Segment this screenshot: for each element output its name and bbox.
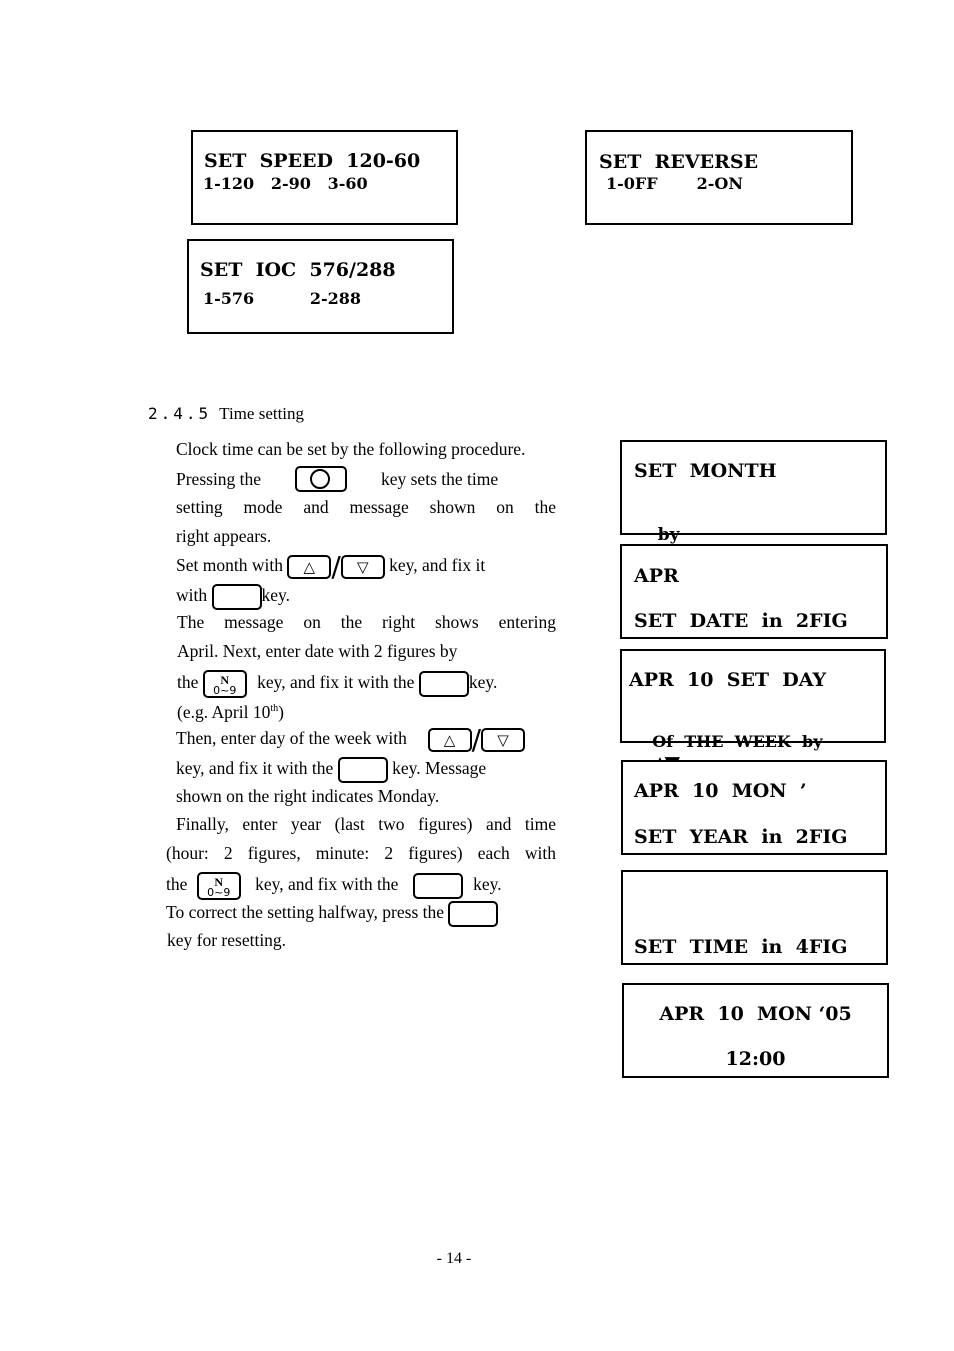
body-line: with key. (176, 584, 290, 610)
up-triangle-icon: △ (443, 733, 456, 749)
body-line: Set month with △ / ▽ key, and fix it (176, 550, 486, 583)
section-heading: 2.4.5 Time setting (148, 404, 304, 424)
lcd-line: APR 10 SET DAY (629, 669, 827, 691)
text: the (177, 672, 199, 693)
body-line: key for resetting. (167, 930, 287, 950)
body-line: April. Next, enter date with 2 figures b… (177, 641, 458, 661)
lcd-line: 1-576 2-288 (203, 289, 362, 308)
text: ) (278, 701, 284, 722)
lcd-line: APR 10 MON ’ (634, 780, 807, 802)
lcd-line: 1-120 2-90 3-60 (203, 174, 368, 193)
text: key. (261, 585, 291, 606)
lcd-line: SET DATE in 2FIG (634, 610, 848, 632)
section-title: Time setting (219, 404, 305, 423)
body-line: right appears. (176, 526, 272, 546)
up-key: △ (427, 728, 472, 752)
lcd-set-month: SET MONTH by ▲／▼KEY (620, 440, 887, 570)
enter-key (211, 584, 262, 610)
enter-key (337, 757, 388, 783)
body-line: Finally, enter year (last two figures) a… (176, 814, 556, 834)
up-triangle-icon: △ (303, 560, 316, 576)
key-label-0-9: 0~9 (207, 886, 231, 899)
body-line: setting mode and message shown on the (176, 497, 556, 517)
body-line: (e.g. April 10th) (177, 699, 284, 722)
down-key: ▽ (481, 728, 526, 752)
text: key. (473, 874, 502, 895)
body-line: (hour: 2 figures, minute: 2 figures) eac… (166, 843, 556, 863)
key-label-0-9: 0~9 (213, 684, 237, 697)
down-triangle-icon: ▽ (497, 733, 509, 749)
section-number: 2.4.5 (148, 404, 212, 423)
lcd-line: APR (634, 565, 679, 587)
text: (e.g. April 10 (177, 701, 271, 722)
lcd-set-day: APR 10 SET DAY Of THE WEEK by ▲▼ (620, 649, 886, 775)
text: To correct the setting halfway, press th… (166, 902, 445, 923)
slash: / (331, 550, 341, 583)
lcd-final-datetime: APR 10 MON ‘05 12:00 (622, 983, 889, 1078)
lcd-set-date: APR SET DATE in 2FIG (620, 544, 888, 639)
lcd-line: 12:00 (725, 1048, 786, 1070)
body-line: Pressing the key sets the time (176, 466, 556, 492)
lcd-set-reverse: SET REVERSE 1-0FF 2-ON (585, 130, 853, 225)
lcd-line: SET MONTH (634, 460, 777, 482)
lcd-set-year: APR 10 MON ’ SET YEAR in 2FIG (621, 760, 887, 855)
text: Pressing the (176, 469, 262, 489)
body-line: shown on the right indicates Monday. (176, 786, 440, 806)
up-key: △ (287, 555, 332, 579)
body-line: The message on the right shows entering (177, 612, 556, 632)
numeric-key: N 0~9 (202, 670, 247, 698)
text: Then, enter day of the week with (176, 728, 407, 749)
superscript: th (270, 703, 279, 714)
enter-key (412, 873, 463, 899)
numeric-key: N 0~9 (196, 872, 241, 900)
lcd-line: SET SPEED 120-60 (204, 150, 421, 172)
circle-icon (310, 469, 331, 489)
lcd-set-ioc: SET IOC 576/288 1-576 2-288 (187, 239, 454, 334)
body-line: Clock time can be set by the following p… (176, 439, 526, 459)
clock-key (295, 466, 348, 492)
text: key, and fix it with the (176, 758, 334, 779)
text: key, and fix with the (255, 874, 399, 895)
slash: / (471, 723, 482, 756)
lcd-line: SET IOC 576/288 (200, 259, 396, 281)
body-line: Then, enter day of the week with △ / ▽ (176, 723, 526, 756)
lcd-set-speed: SET SPEED 120-60 1-120 2-90 3-60 (191, 130, 458, 225)
body-line: the N 0~9 key, and fix with the key. (166, 872, 502, 900)
text: by (657, 525, 680, 545)
lcd-line: SET TIME in 4FIG (634, 936, 848, 958)
text: the (166, 874, 188, 895)
lcd-line: SET REVERSE (599, 151, 759, 173)
down-triangle-icon: ▽ (356, 560, 369, 576)
clear-key (448, 901, 499, 927)
page-number: - 14 - (436, 1250, 472, 1267)
lcd-line: APR 10 MON ‘05 (659, 1003, 852, 1025)
text: key. (468, 672, 498, 693)
text: with (176, 585, 208, 606)
text: Of THE WEEK by (652, 732, 823, 751)
text: key. Message (392, 758, 487, 779)
text: Set month with (176, 555, 283, 576)
down-key: ▽ (340, 555, 385, 579)
lcd-line: 1-0FF 2-ON (606, 174, 743, 193)
lcd-set-time: SET TIME in 4FIG (621, 870, 888, 965)
text: key, and fix it with the (257, 672, 415, 693)
lcd-line: SET YEAR in 2FIG (634, 826, 848, 848)
body-line: key, and fix it with the key. Message (176, 757, 486, 783)
text: key sets the time (380, 469, 499, 489)
enter-key (418, 671, 469, 697)
body-line: To correct the setting halfway, press th… (166, 901, 499, 927)
body-line: the N 0~9 key, and fix it with the key. (177, 670, 497, 698)
text: key, and fix it (389, 555, 486, 576)
